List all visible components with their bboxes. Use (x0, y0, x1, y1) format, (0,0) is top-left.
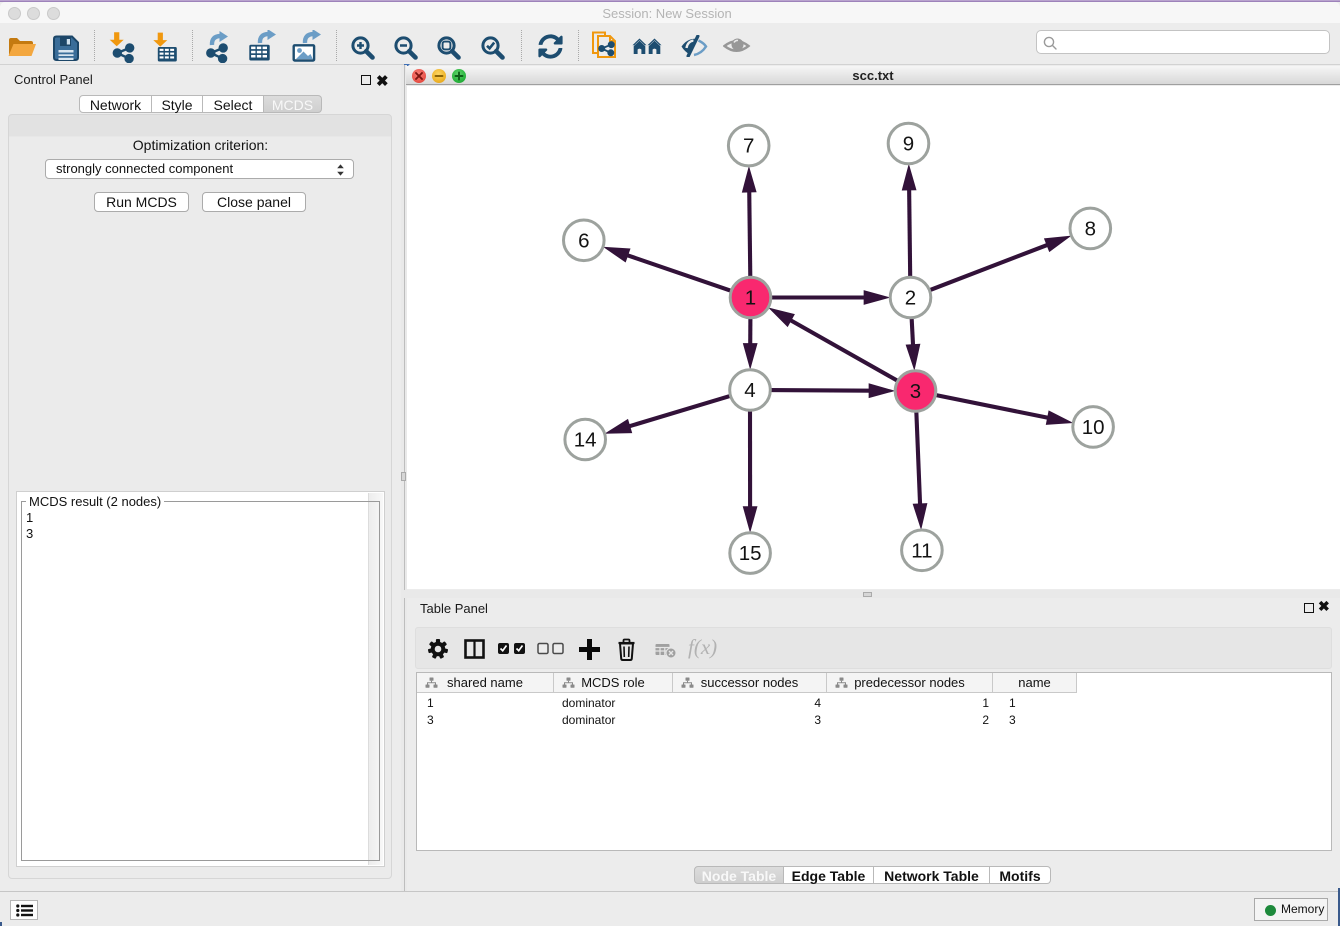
svg-text:15: 15 (739, 542, 762, 565)
svg-text:8: 8 (1085, 217, 1096, 240)
svg-text:14: 14 (574, 429, 597, 452)
svg-text:2: 2 (905, 287, 916, 310)
svg-text:9: 9 (903, 133, 914, 156)
svg-text:11: 11 (911, 539, 932, 562)
svg-text:4: 4 (744, 379, 755, 402)
svg-text:3: 3 (910, 380, 921, 403)
svg-text:6: 6 (578, 229, 589, 252)
svg-text:1: 1 (745, 287, 756, 310)
svg-text:7: 7 (743, 135, 754, 158)
svg-text:10: 10 (1082, 416, 1105, 439)
